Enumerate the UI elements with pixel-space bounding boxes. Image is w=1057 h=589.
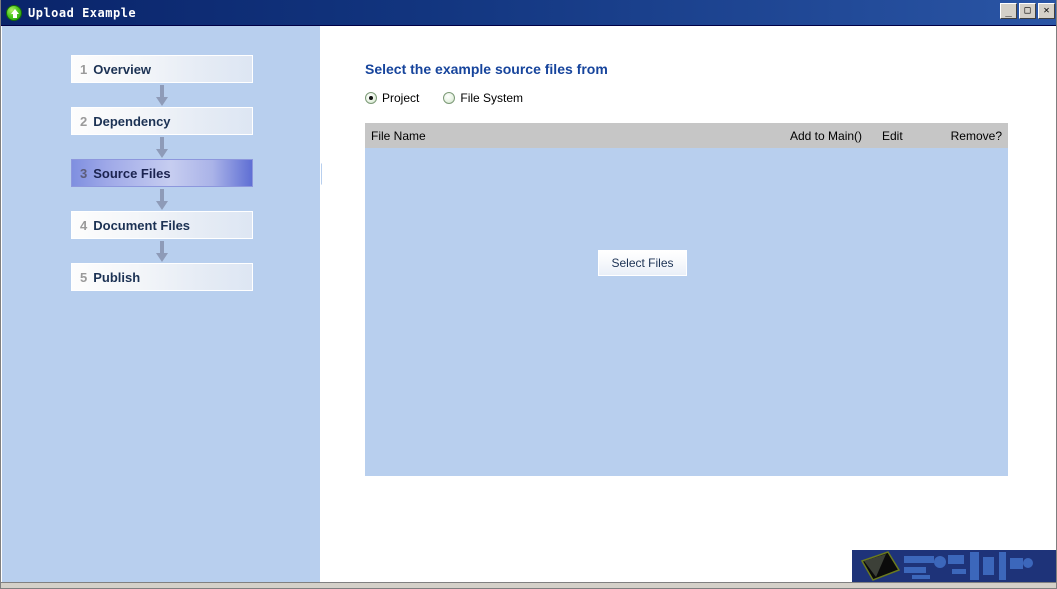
close-icon: ✕ (1043, 5, 1050, 16)
step-number: 1 (80, 61, 88, 77)
down-arrow-icon (154, 85, 170, 107)
file-table: File Name Add to Main() Edit Remove? Sel… (365, 123, 1008, 476)
window-controls: _ □ ✕ (1000, 3, 1055, 19)
step-label: Source Files (93, 165, 171, 181)
maximize-icon: □ (1024, 5, 1031, 16)
window-bottom-edge (1, 582, 1056, 588)
title-bar: Upload Example _ □ ✕ (1, 0, 1056, 26)
sidebar-step-publish[interactable]: 5 Publish (71, 263, 253, 291)
column-header-remove: Remove? (950, 128, 1002, 143)
sidebar-step-dependency[interactable]: 2 Dependency (71, 107, 253, 135)
column-header-add-to-main: Add to Main() (790, 128, 863, 143)
step-number: 5 (80, 269, 88, 285)
page-title: Select the example source files from (365, 61, 608, 77)
step-number: 2 (80, 113, 88, 129)
window-title: Upload Example (28, 5, 137, 20)
sidebar-step-overview[interactable]: 1 Overview (71, 55, 253, 83)
table-body: Select Files (365, 148, 1008, 476)
select-files-button[interactable]: Select Files (598, 250, 687, 276)
sidebar-step-source-files[interactable]: 3 Source Files (71, 159, 253, 187)
column-header-edit: Edit (882, 128, 903, 143)
sidebar-step-document-files[interactable]: 4 Document Files (71, 211, 253, 239)
column-header-file-name: File Name (371, 128, 426, 143)
down-arrow-icon (154, 241, 170, 263)
brand-logo (852, 550, 1056, 582)
step-label: Overview (93, 61, 152, 77)
radio-icon (365, 92, 377, 104)
minimize-button[interactable]: _ (1000, 3, 1017, 19)
radio-option-project[interactable]: Project (365, 91, 419, 105)
radio-icon (443, 92, 456, 104)
down-arrow-icon (154, 137, 170, 159)
maximize-button[interactable]: □ (1019, 3, 1036, 19)
radio-label: File System (460, 91, 524, 105)
step-label: Dependency (93, 113, 171, 129)
step-number: 3 (80, 165, 88, 181)
application-window: Upload Example _ □ ✕ 1 Overview 2 Depend… (0, 0, 1057, 589)
main-content: Select the example source files from Pro… (322, 26, 1056, 582)
radio-label: Project (382, 91, 420, 105)
upload-circle-icon (6, 4, 22, 21)
wizard-sidebar: 1 Overview 2 Dependency 3 Source Files 4… (2, 26, 321, 582)
step-label: Document Files (93, 217, 191, 233)
down-arrow-icon (154, 189, 170, 211)
close-button[interactable]: ✕ (1038, 3, 1055, 19)
step-label: Publish (93, 269, 141, 285)
minimize-icon: _ (1005, 4, 1012, 17)
radio-option-file-system[interactable]: File System (443, 91, 523, 105)
step-number: 4 (80, 217, 88, 233)
table-header-row: File Name Add to Main() Edit Remove? (365, 123, 1008, 148)
source-selector-group: Project File System (365, 91, 523, 105)
